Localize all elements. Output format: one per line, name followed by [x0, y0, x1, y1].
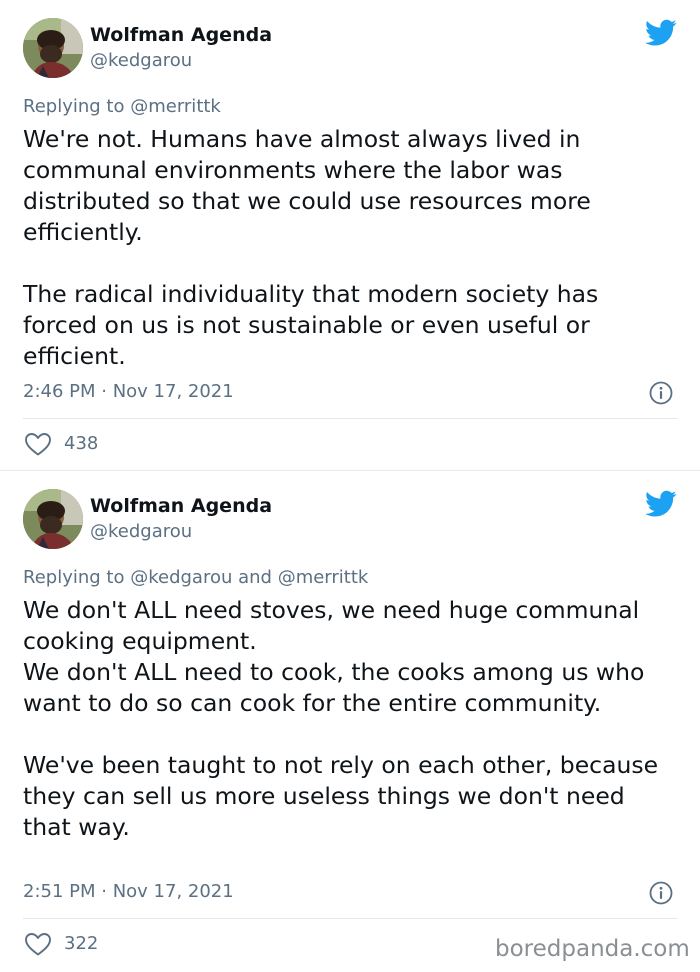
avatar[interactable] [23, 18, 83, 78]
tweet-card: Wolfman Agenda @kedgarou Replying to @me… [0, 0, 700, 470]
avatar-photo-icon [23, 489, 83, 549]
tweet-paragraph: We don't ALL need stoves, we need huge c… [23, 596, 645, 717]
twitter-bird-icon[interactable] [645, 19, 677, 47]
divider [23, 918, 677, 919]
replying-to-mentions[interactable]: @kedgarou and @merrittk [130, 567, 368, 588]
tweet-paragraph: The radical individuality that modern so… [23, 280, 599, 370]
avatar[interactable] [23, 489, 83, 549]
tweet-timestamp[interactable]: 2:46 PM · Nov 17, 2021 [23, 380, 234, 404]
divider [23, 418, 677, 419]
tweet-body: We don't ALL need stoves, we need huge c… [23, 595, 673, 843]
replying-to-prefix: Replying to [23, 96, 125, 117]
tweet-paragraph: We've been taught to not rely on each ot… [23, 751, 659, 841]
info-icon[interactable] [648, 880, 674, 906]
avatar-photo-icon [23, 18, 83, 78]
heart-icon[interactable] [23, 431, 53, 457]
tweet-body: We're not. Humans have almost always liv… [23, 124, 673, 372]
tweet-paragraph: We're not. Humans have almost always liv… [23, 125, 591, 246]
heart-icon[interactable] [23, 931, 53, 957]
tweet-timestamp[interactable]: 2:51 PM · Nov 17, 2021 [23, 880, 234, 904]
like-count: 438 [64, 433, 99, 454]
tweet-card: Wolfman Agenda @kedgarou Replying to @ke… [0, 471, 700, 972]
replying-to-mentions[interactable]: @merrittk [130, 96, 221, 117]
author-display-name[interactable]: Wolfman Agenda [90, 23, 272, 47]
info-icon[interactable] [648, 380, 674, 406]
watermark: boredpanda.com [495, 936, 690, 962]
replying-to-line: Replying to @merrittk [23, 95, 221, 119]
replying-to-line: Replying to @kedgarou and @merrittk [23, 566, 368, 590]
like-count: 322 [64, 933, 99, 954]
author-handle[interactable]: @kedgarou [90, 49, 192, 73]
twitter-bird-icon[interactable] [645, 490, 677, 518]
author-display-name[interactable]: Wolfman Agenda [90, 494, 272, 518]
author-handle[interactable]: @kedgarou [90, 520, 192, 544]
replying-to-prefix: Replying to [23, 567, 125, 588]
